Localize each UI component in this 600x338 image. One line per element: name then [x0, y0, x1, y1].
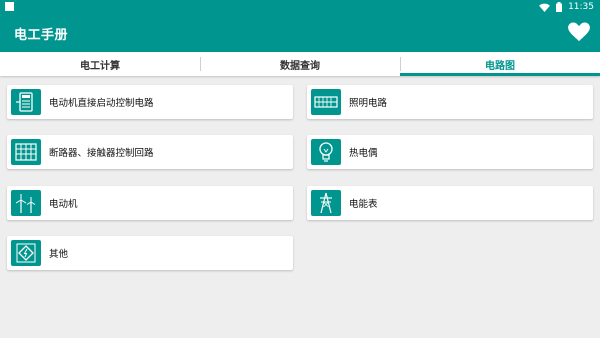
notification-icon: [5, 2, 14, 11]
motor-starter-icon: [11, 89, 41, 115]
item-label: 电能表: [349, 199, 378, 210]
wind-turbine-icon: [11, 190, 41, 216]
tab-data-query[interactable]: 数据查询: [200, 52, 400, 76]
status-time: 11:35: [568, 2, 594, 12]
warning-sign-icon: [11, 240, 41, 266]
status-bar: 11:35: [0, 0, 600, 14]
item-motor[interactable]: 电动机: [7, 186, 293, 220]
item-thermocouple[interactable]: 热电偶: [307, 135, 593, 169]
heart-icon: [568, 22, 590, 42]
item-label: 热电偶: [349, 148, 378, 159]
item-energy-meter[interactable]: 电能表: [307, 186, 593, 220]
item-motor-direct-start[interactable]: 电动机直接启动控制电路: [7, 85, 293, 119]
lightbulb-icon: [311, 139, 341, 165]
item-label: 断路器、接触器控制回路: [49, 148, 154, 159]
tab-electrical-calculation[interactable]: 电工计算: [0, 52, 200, 76]
item-label: 照明电路: [349, 98, 388, 109]
wifi-icon: [539, 3, 550, 12]
item-other[interactable]: 其他: [7, 236, 293, 270]
battery-icon: [556, 2, 563, 12]
transmission-tower-icon: [311, 190, 341, 216]
item-breaker-contactor[interactable]: 断路器、接触器控制回路: [7, 135, 293, 169]
app-bar: 电工手册: [0, 14, 600, 52]
item-lighting-circuit[interactable]: 照明电路: [307, 85, 593, 119]
tab-bar: 电工计算 数据查询 电路图: [0, 52, 600, 76]
favorite-button[interactable]: [568, 22, 590, 42]
item-label: 其他: [49, 249, 69, 260]
item-label: 电动机直接启动控制电路: [49, 98, 154, 109]
tab-circuit-diagram[interactable]: 电路图: [400, 52, 600, 76]
breaker-panel-icon: [11, 139, 41, 165]
item-label: 电动机: [49, 199, 78, 210]
app-title: 电工手册: [14, 28, 69, 43]
lighting-circuit-icon: [311, 89, 341, 115]
